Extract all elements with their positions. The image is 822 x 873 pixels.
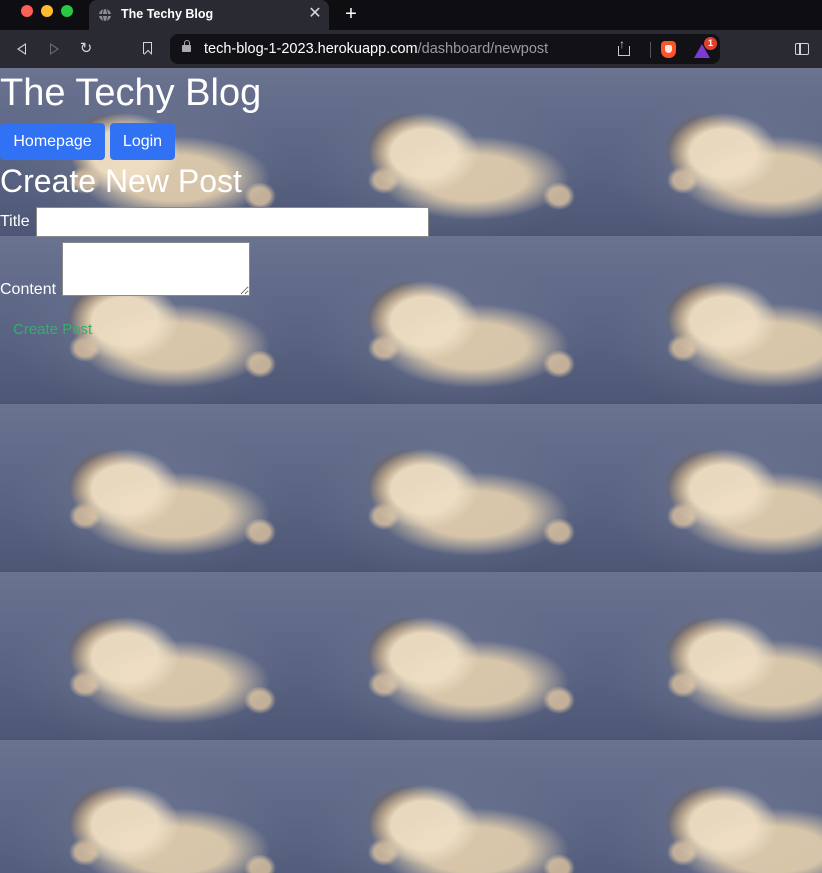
login-button[interactable]: Login [110, 123, 175, 160]
globe-icon [99, 9, 111, 21]
toolbar-divider [650, 42, 651, 58]
window-zoom-button[interactable] [61, 5, 73, 17]
page-heading: Create New Post [0, 163, 242, 199]
content-label: Content [0, 281, 57, 298]
url-text[interactable]: tech-blog-1-2023.herokuapp.com/dashboard… [204, 41, 548, 57]
share-icon[interactable] [617, 37, 631, 57]
title-label: Title [0, 213, 30, 230]
content-textarea[interactable] [62, 242, 250, 296]
tab-title: The Techy Blog [121, 7, 214, 21]
window-minimize-button[interactable] [41, 5, 53, 17]
browser-toolbar: ↻ tech-blog-1-2023.herokuapp.com/dashboa… [0, 30, 822, 68]
plus-icon[interactable]: + [341, 3, 361, 25]
lock-icon [182, 40, 191, 52]
bookmark-icon[interactable] [138, 39, 158, 59]
rewards-badge: 1 [704, 37, 717, 50]
reload-icon[interactable]: ↻ [76, 39, 96, 59]
site-title: The Techy Blog [0, 72, 262, 114]
window-close-button[interactable] [21, 5, 33, 17]
brave-shields-icon[interactable] [661, 41, 676, 58]
page-viewport: The Techy Blog Homepage Login Create New… [0, 68, 822, 873]
address-bar[interactable]: tech-blog-1-2023.herokuapp.com/dashboard… [170, 34, 720, 64]
create-post-button[interactable]: Create Post [13, 320, 92, 340]
title-input[interactable] [36, 207, 429, 237]
browser-tab[interactable]: The Techy Blog ✕ [89, 0, 329, 30]
homepage-button[interactable]: Homepage [0, 123, 105, 160]
close-icon[interactable]: ✕ [307, 5, 323, 23]
url-host: tech-blog-1-2023.herokuapp.com [204, 41, 418, 57]
back-icon[interactable] [12, 39, 32, 59]
sidebar-toggle-icon[interactable] [792, 39, 812, 59]
browser-tab-bar: The Techy Blog ✕ + [0, 0, 822, 30]
forward-icon[interactable] [44, 39, 64, 59]
url-path: /dashboard/newpost [417, 41, 549, 57]
